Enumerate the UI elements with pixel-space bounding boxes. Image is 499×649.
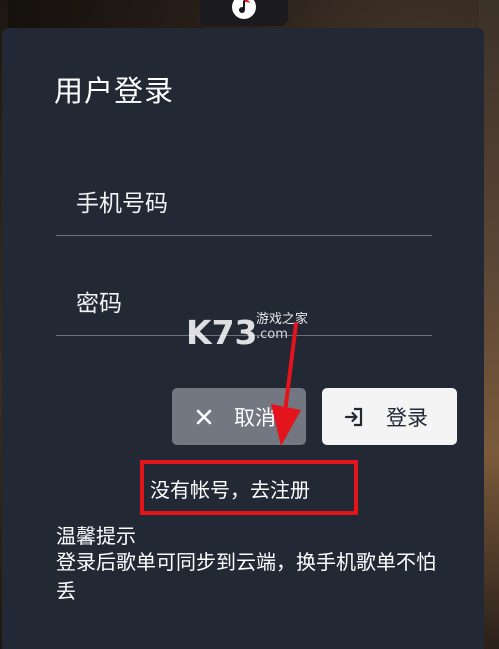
tip-title: 温馨提示 [56, 524, 136, 548]
dialog-title: 用户登录 [54, 74, 175, 108]
login-button-label: 登录 [386, 405, 428, 430]
register-link[interactable]: 没有帐号，去注册 [150, 474, 310, 503]
screen: 用户登录 取消 登录 没有帐号，去注册 温馨提示 登录后歌单可同步到云端，换手机… [0, 0, 499, 649]
red-arrow-annotation [271, 322, 301, 446]
close-icon [192, 405, 216, 429]
app-icon [200, 0, 288, 26]
music-note-icon [232, 0, 256, 19]
phone-input[interactable] [74, 179, 418, 229]
watermark-brand: K73 [186, 313, 258, 352]
sign-in-icon [342, 405, 366, 429]
login-button[interactable]: 登录 [322, 388, 457, 445]
tip-body: 登录后歌单可同步到云端，换手机歌单不怕丢 [56, 550, 436, 603]
phone-field [56, 175, 432, 236]
